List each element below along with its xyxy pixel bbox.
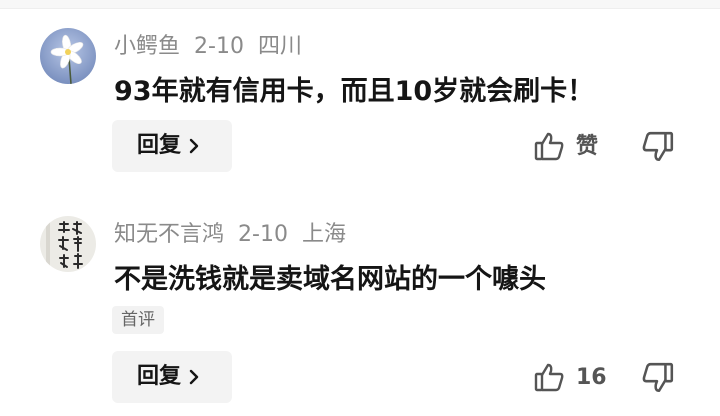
avatar[interactable]: [40, 216, 96, 272]
reply-label: 回复: [137, 133, 182, 158]
thumbs-down-icon: [642, 362, 674, 393]
comment-meta: 知无不言鸿 2-10 上海: [114, 220, 360, 250]
top-divider: [0, 0, 720, 9]
dislike-button[interactable]: [641, 361, 677, 397]
chevron-right-icon: [189, 369, 199, 385]
first-comment-badge: 首评: [112, 306, 164, 334]
username[interactable]: 知无不言鸿: [114, 222, 224, 247]
like-button[interactable]: 赞: [533, 128, 623, 168]
comment-location: 上海: [301, 222, 346, 247]
username[interactable]: 小鳄鱼: [114, 34, 180, 59]
white-flower-avatar-icon: [40, 28, 96, 84]
reply-button[interactable]: 回复: [112, 120, 232, 172]
comment-date: 2-10: [238, 222, 288, 247]
dislike-button[interactable]: [641, 130, 677, 166]
comment-meta: 小鳄鱼 2-10 四川: [114, 32, 316, 62]
reply-button[interactable]: 回复: [112, 351, 232, 403]
comment-location: 四川: [257, 34, 302, 59]
thumbs-up-icon: [534, 363, 564, 392]
comment-text: 93年就有信用卡，而且10岁就会刷卡！: [114, 76, 595, 107]
calligraphy-avatar-icon: [40, 216, 96, 272]
like-label: 赞: [576, 134, 599, 159]
like-button[interactable]: 16: [533, 359, 623, 399]
thumbs-up-icon: [534, 132, 564, 161]
chevron-right-icon: [189, 138, 199, 154]
thumbs-down-icon: [642, 131, 674, 162]
avatar[interactable]: [40, 28, 96, 84]
comment-text: 不是洗钱就是卖域名网站的一个噱头: [114, 264, 546, 295]
reply-label: 回复: [137, 364, 182, 389]
like-count: 16: [576, 365, 607, 390]
comment-date: 2-10: [194, 34, 244, 59]
